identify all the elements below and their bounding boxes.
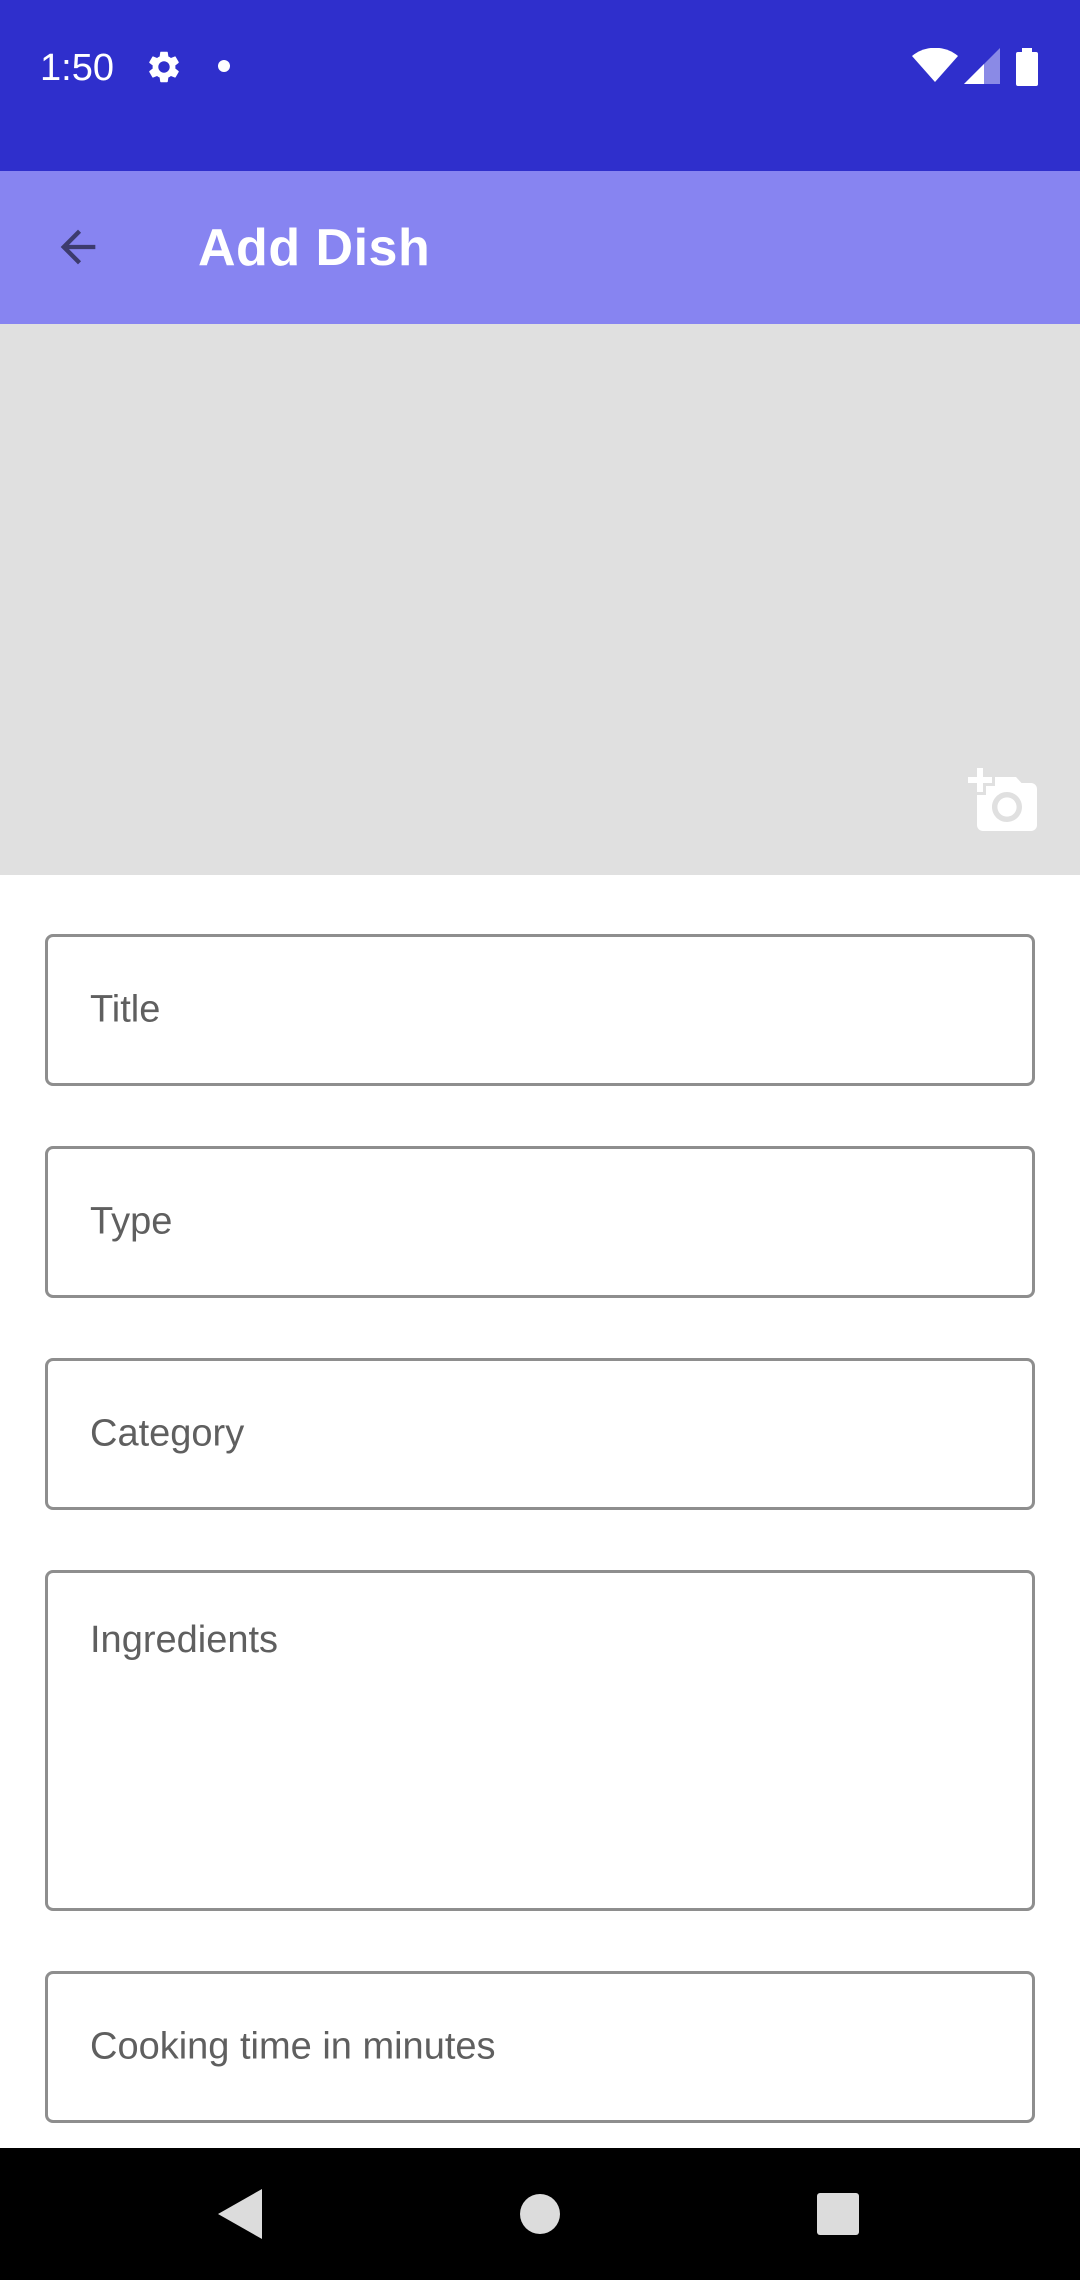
arrow-back-icon bbox=[60, 229, 96, 265]
add-photo-camera-icon bbox=[968, 768, 1037, 831]
type-placeholder: Type bbox=[90, 1200, 173, 1243]
ingredients-placeholder: Ingredients bbox=[90, 1619, 279, 1661]
ingredients-input[interactable]: Ingredients bbox=[45, 1570, 1035, 1911]
wifi-icon bbox=[912, 48, 958, 82]
add-photo-button[interactable] bbox=[968, 765, 1040, 837]
notification-dot-icon bbox=[218, 60, 230, 72]
nav-home-button[interactable] bbox=[504, 2178, 576, 2250]
status-icons bbox=[912, 48, 1042, 88]
category-placeholder: Category bbox=[90, 1412, 245, 1455]
nav-back-button[interactable] bbox=[204, 2178, 276, 2250]
status-time: 1:50 bbox=[40, 47, 114, 89]
nav-recents-icon bbox=[817, 2193, 859, 2235]
settings-gear-icon bbox=[145, 48, 183, 86]
app-bar: Add Dish bbox=[0, 171, 1080, 324]
title-placeholder: Title bbox=[90, 988, 161, 1031]
type-input[interactable]: Type bbox=[45, 1146, 1035, 1298]
cooking-time-placeholder: Cooking time in minutes bbox=[90, 2025, 496, 2068]
status-bar: 1:50 bbox=[0, 0, 1080, 171]
category-input[interactable]: Category bbox=[45, 1358, 1035, 1510]
cellular-signal-icon bbox=[964, 48, 1000, 84]
title-input[interactable]: Title bbox=[45, 934, 1035, 1086]
nav-home-icon bbox=[520, 2194, 560, 2234]
nav-back-icon bbox=[218, 2189, 262, 2239]
dish-image-placeholder bbox=[0, 324, 1080, 875]
cooking-time-input[interactable]: Cooking time in minutes bbox=[45, 1971, 1035, 2123]
page-title: Add Dish bbox=[198, 219, 431, 277]
back-button[interactable] bbox=[40, 209, 116, 285]
nav-recents-button[interactable] bbox=[802, 2178, 874, 2250]
system-nav-bar bbox=[0, 2148, 1080, 2280]
battery-icon bbox=[1016, 48, 1038, 86]
